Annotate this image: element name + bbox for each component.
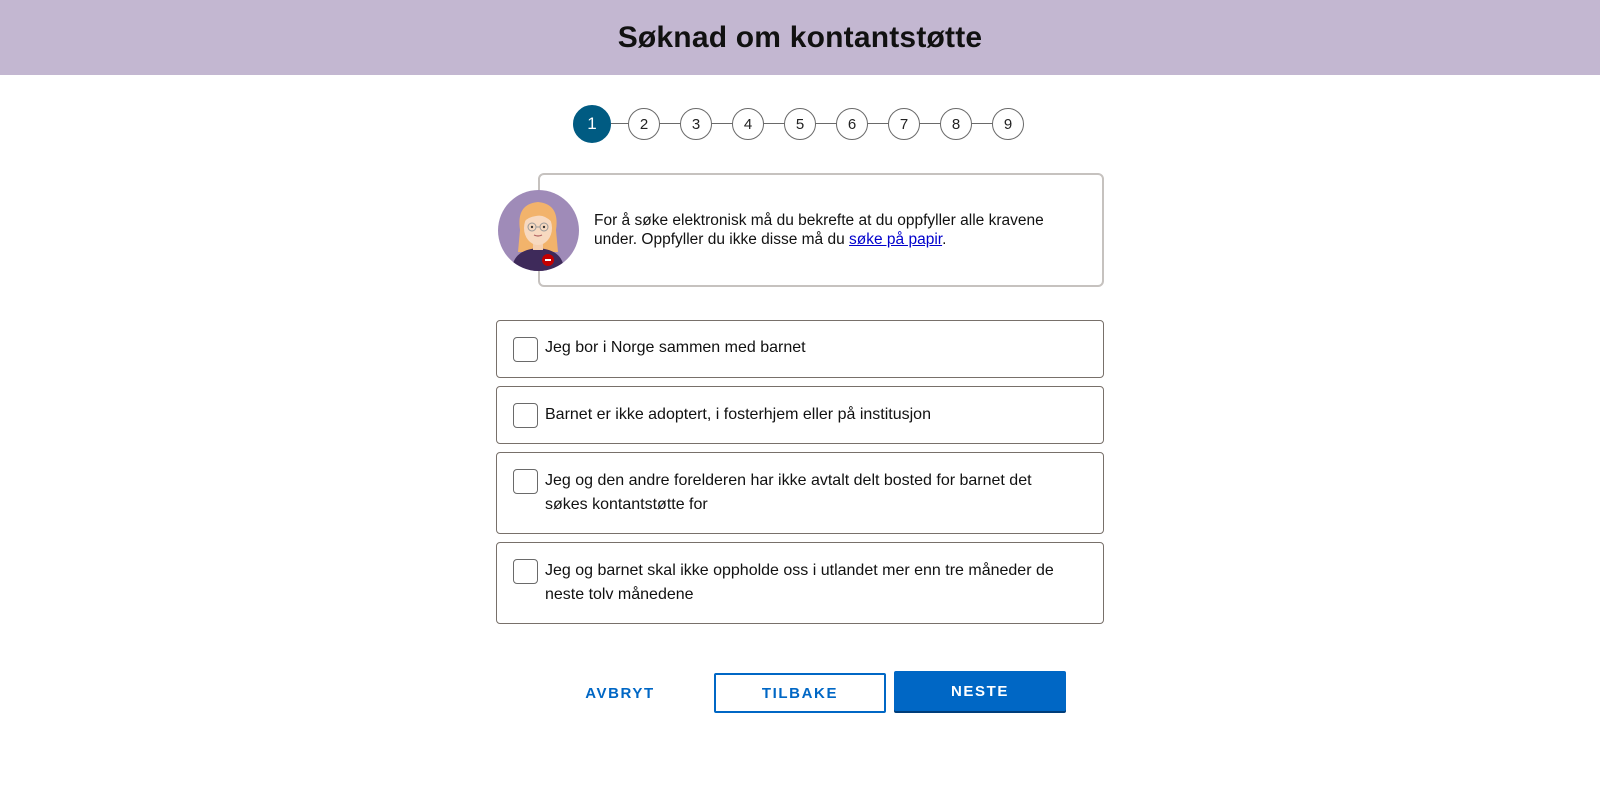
- paper-application-link[interactable]: søke på papir: [849, 231, 942, 248]
- back-button[interactable]: TILBAKE: [714, 673, 886, 713]
- page-title: Søknad om kontantstøtte: [617, 20, 983, 54]
- checkbox[interactable]: [513, 337, 538, 362]
- step-9[interactable]: 9: [992, 108, 1024, 140]
- cancel-button[interactable]: AVBRYT: [556, 673, 684, 713]
- info-text-end: .: [942, 230, 947, 248]
- next-button[interactable]: NESTE: [894, 671, 1066, 711]
- checkbox[interactable]: [513, 403, 538, 428]
- checklist-item[interactable]: Jeg og barnet skal ikke oppholde oss i u…: [496, 542, 1104, 624]
- step-3[interactable]: 3: [680, 108, 712, 140]
- checklist-item[interactable]: Jeg og den andre forelderen har ikke avt…: [496, 452, 1104, 534]
- checkbox[interactable]: [513, 469, 538, 494]
- info-text: For å søke elektronisk må du bekrefte at…: [594, 212, 1054, 249]
- step-4[interactable]: 4: [732, 108, 764, 140]
- step-7[interactable]: 7: [888, 108, 920, 140]
- step-1[interactable]: 1: [573, 105, 611, 143]
- checklist-item[interactable]: Jeg bor i Norge sammen med barnet: [496, 320, 1104, 378]
- checklist-label: Jeg og barnet skal ikke oppholde oss i u…: [545, 562, 1054, 603]
- step-5[interactable]: 5: [784, 108, 816, 140]
- page-header: Søknad om kontantstøtte: [0, 0, 1600, 75]
- step-2[interactable]: 2: [628, 108, 660, 140]
- checklist-label: Jeg bor i Norge sammen med barnet: [545, 339, 806, 356]
- checklist-label: Barnet er ikke adoptert, i fosterhjem el…: [545, 406, 931, 423]
- checklist-label: Jeg og den andre forelderen har ikke avt…: [545, 472, 1032, 513]
- step-8[interactable]: 8: [940, 108, 972, 140]
- progress-stepper: 1 2 3 4 5 6 7 8 9: [0, 104, 1600, 143]
- checklist-item[interactable]: Barnet er ikke adoptert, i fosterhjem el…: [496, 386, 1104, 444]
- veileder-avatar-icon: [498, 190, 579, 271]
- checkbox[interactable]: [513, 559, 538, 584]
- info-text-main: For å søke elektronisk må du bekrefte at…: [594, 212, 1044, 248]
- step-6[interactable]: 6: [836, 108, 868, 140]
